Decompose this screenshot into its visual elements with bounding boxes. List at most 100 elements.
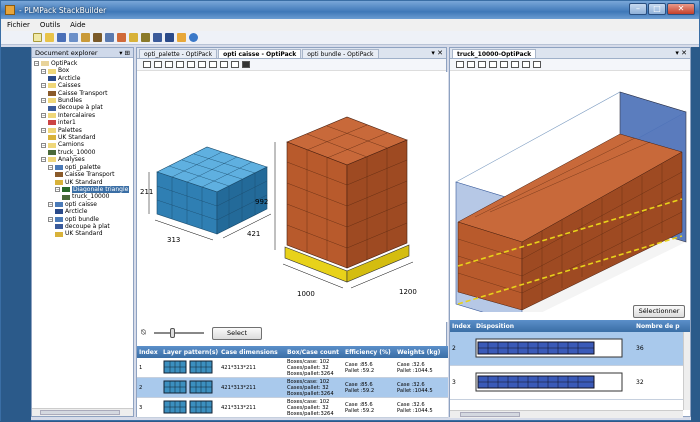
truck-grid-vscrollbar[interactable] — [683, 332, 690, 410]
view-left-icon[interactable] — [154, 61, 162, 68]
tree-item[interactable]: UK Standard — [34, 179, 133, 186]
menu-outils[interactable]: Outils — [40, 21, 60, 29]
tree-item[interactable]: Arcticle — [34, 208, 133, 215]
tree-item[interactable]: − Bundles — [34, 97, 133, 104]
tree-item[interactable]: − opti bundle — [34, 216, 133, 223]
solutions-grid: Index Layer pattern(s) Case dimensions B… — [137, 346, 448, 418]
view-export-icon[interactable] — [231, 61, 239, 68]
table-row[interactable]: 2 421*313*211 Boxes/case: 102 Cases/pallet… — [137, 378, 448, 398]
truck-tab-close-icon[interactable]: ▾ ✕ — [675, 49, 687, 57]
truck-view-iso-icon[interactable] — [500, 61, 508, 68]
pallet-length-label: 1200 — [399, 288, 417, 296]
expand-toggle-icon[interactable]: − — [41, 142, 46, 148]
maximize-button[interactable]: □ — [648, 3, 666, 15]
tree-item[interactable]: truck_10000 — [34, 149, 133, 156]
view-right-icon[interactable] — [176, 61, 184, 68]
tree-item[interactable]: − OptiPack — [34, 60, 133, 67]
view-iso-icon[interactable] — [187, 61, 195, 68]
tree-item[interactable]: − Diagonale triangle — [34, 185, 133, 194]
menu-fichier[interactable]: Fichier — [7, 21, 30, 29]
expand-toggle-icon[interactable]: − — [48, 164, 53, 170]
tree-item[interactable]: inter1 — [34, 119, 133, 126]
expand-toggle-icon[interactable]: − — [55, 187, 60, 193]
expand-toggle-icon[interactable]: − — [48, 201, 53, 207]
new-truck-icon[interactable] — [141, 33, 150, 42]
save-icon[interactable] — [57, 33, 66, 42]
view-rear-icon[interactable] — [165, 61, 173, 68]
tree-item[interactable]: decoupe à plat — [34, 104, 133, 111]
table-row[interactable]: 2 36 — [450, 332, 690, 366]
truck-view-front-icon[interactable] — [456, 61, 464, 68]
table-row[interactable]: 3 32 — [450, 366, 690, 400]
truck-view-top-icon[interactable] — [511, 61, 519, 68]
tree-item[interactable]: Arcticle — [34, 75, 133, 82]
tree-item-label: Palettes — [58, 126, 82, 134]
new-interlayer-icon[interactable] — [117, 33, 126, 42]
truck-view-screenshot-icon[interactable] — [533, 61, 541, 68]
expand-toggle-icon[interactable]: − — [34, 61, 39, 67]
row-weights: Case :32.6 Pallet :1044.5 — [397, 361, 433, 374]
close-button[interactable]: ✕ — [667, 3, 695, 15]
new-icon[interactable] — [33, 33, 42, 42]
expand-toggle-icon[interactable]: − — [41, 157, 46, 163]
tree-item[interactable]: Caisse Transport — [34, 171, 133, 178]
view-front-icon[interactable] — [143, 61, 151, 68]
angle-slider[interactable] — [153, 328, 204, 338]
selectionner-button[interactable]: Sélectionner — [633, 305, 685, 318]
expand-toggle-icon[interactable]: − — [41, 113, 46, 119]
expand-toggle-icon[interactable]: − — [48, 216, 53, 222]
explorer-hscrollbar[interactable] — [32, 408, 133, 416]
view-dark-icon[interactable] — [242, 61, 250, 68]
table-row[interactable]: 1 421*313*211 Boxes/case: 102 Cases/pallet… — [137, 358, 448, 378]
expand-toggle-icon[interactable]: − — [41, 98, 46, 104]
new-bundle-icon[interactable] — [105, 33, 114, 42]
tab-close-icon[interactable]: ▾ ✕ — [431, 49, 443, 57]
tree-item[interactable]: decoupe à plat — [34, 223, 133, 230]
document-explorer: Document explorer ▾ ⊞ − OptiPack − Box Arcti… — [31, 47, 134, 417]
truck-view-rear-icon[interactable] — [478, 61, 486, 68]
tree-item[interactable]: UK Standard — [34, 134, 133, 141]
table-row[interactable]: 3 421*313*211 Boxes/case: 102 Cases/pallet… — [137, 398, 448, 418]
view-top-icon[interactable] — [198, 61, 206, 68]
expand-toggle-icon[interactable]: − — [41, 127, 46, 133]
new-case-analysis-icon[interactable] — [165, 33, 174, 42]
tree-item[interactable]: − Box — [34, 67, 133, 74]
tree-item[interactable]: − Palettes — [34, 127, 133, 134]
tree-item[interactable]: − Camions — [34, 141, 133, 148]
database-icon[interactable] — [177, 33, 186, 42]
tree-item[interactable]: − Analyses — [34, 156, 133, 163]
tree-item[interactable]: − Caisses — [34, 82, 133, 89]
open-icon[interactable] — [45, 33, 54, 42]
view-dims-icon[interactable] — [209, 61, 217, 68]
new-box-icon[interactable] — [81, 33, 90, 42]
explorer-pin-icon[interactable]: ▾ ⊞ — [119, 49, 130, 57]
expand-toggle-icon[interactable]: − — [41, 83, 46, 89]
tab-opti-bundle[interactable]: opti bundle - OptiPack — [302, 49, 379, 58]
tree-item[interactable]: UK Standard — [34, 230, 133, 237]
tab-truck[interactable]: truck_10000-OptiPack — [452, 49, 537, 58]
truck-grid-hscrollbar[interactable] — [450, 410, 683, 418]
truck-view-left-icon[interactable] — [467, 61, 475, 68]
select-button[interactable]: Select — [212, 327, 262, 340]
truck-view-dims-icon[interactable] — [522, 61, 530, 68]
tree-item[interactable]: − opti_palette — [34, 164, 133, 171]
help-icon[interactable] — [189, 33, 198, 42]
tab-opti-palette[interactable]: opti_palette - OptiPack — [139, 49, 218, 58]
row-box-count: Boxes/case: 102 Cases/pallet: 32 Boxes/p… — [287, 398, 334, 417]
tree-item[interactable]: truck_10000 — [34, 193, 133, 200]
tree-item[interactable]: Caisse Transport — [34, 90, 133, 97]
new-analysis-icon[interactable] — [153, 33, 162, 42]
bundle-icon — [48, 105, 56, 111]
minimize-button[interactable]: – — [629, 3, 647, 15]
expand-toggle-icon[interactable]: − — [41, 68, 46, 74]
menu-aide[interactable]: Aide — [70, 21, 85, 29]
new-case-icon[interactable] — [93, 33, 102, 42]
save-all-icon[interactable] — [69, 33, 78, 42]
tree-item[interactable]: − Intercalaires — [34, 112, 133, 119]
tree-item[interactable]: − opti caisse — [34, 201, 133, 208]
row-layer-pattern — [161, 380, 219, 396]
truck-view-right-icon[interactable] — [489, 61, 497, 68]
tab-opti-caisse[interactable]: opti caisse - OptiPack — [218, 49, 302, 58]
view-screenshot-icon[interactable] — [220, 61, 228, 68]
new-pallet-icon[interactable] — [129, 33, 138, 42]
